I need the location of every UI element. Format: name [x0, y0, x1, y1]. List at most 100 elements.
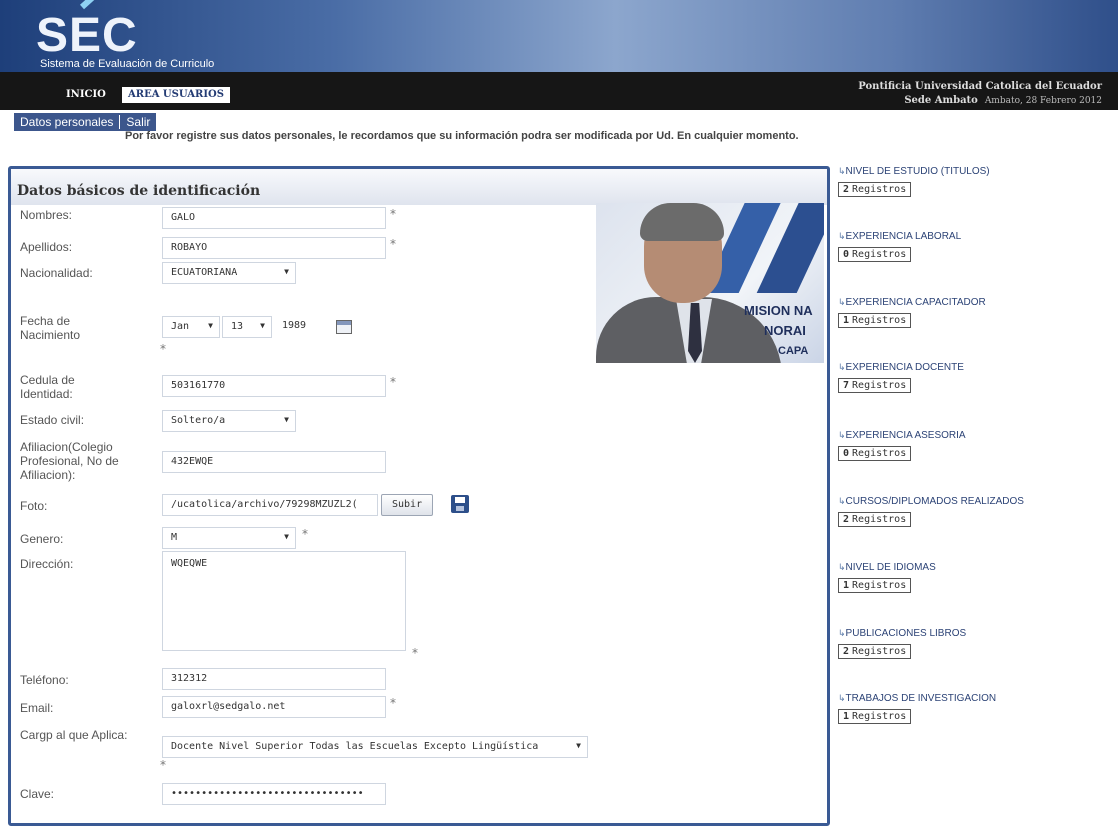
mes-select[interactable]: Jan ▼ [162, 316, 220, 338]
estado-civil-select[interactable]: Soltero/a ▼ [162, 410, 296, 432]
label-cedula: Cedula de Identidad: [20, 373, 75, 401]
required-mark: * [390, 375, 396, 389]
required-mark: * [390, 207, 396, 221]
registros-count: 2 [843, 184, 850, 195]
direccion-textarea[interactable]: WQEQWE [162, 551, 406, 651]
nombres-input[interactable]: GALO [162, 207, 386, 229]
registros-count: 1 [843, 580, 850, 591]
label-direccion: Dirección: [20, 557, 74, 571]
registros-count: 7 [843, 380, 850, 391]
registros-button[interactable]: 0 Registros [838, 247, 912, 262]
label-estado-civil: Estado civil: [20, 413, 85, 427]
label-genero: Genero: [20, 532, 64, 546]
sidebar-item-nivel-estudio: NIVEL DE ESTUDIO (Titulos) 2Registros [838, 166, 1108, 197]
app-logo: SEC [36, 9, 138, 62]
cedula-input[interactable]: 503161770 [162, 375, 386, 397]
chevron-down-icon: ▼ [284, 415, 289, 424]
subnav-datos-personales[interactable]: Datos personales [14, 115, 119, 129]
institution-info: Pontificia Universidad Catolica del Ecua… [858, 80, 1102, 108]
label-clave: Clave: [20, 787, 55, 801]
registros-button[interactable]: 2 Registros [838, 512, 912, 527]
photo-hair [640, 203, 724, 241]
panel-title: Datos básicos de identificación [17, 183, 261, 199]
nacionalidad-value: ECUATORIANA [171, 267, 238, 278]
label-email: Email: [20, 701, 54, 715]
chevron-down-icon: ▼ [284, 532, 289, 541]
registros-suffix: Registros [852, 315, 907, 326]
sidebar-item-title[interactable]: EXPERIENCIA CAPACITADOR [838, 297, 1108, 308]
photo-caption: MISION NA NORAI CAPA [744, 301, 813, 361]
sidebar-item-title[interactable]: PUBLICACIONES LIBROS [838, 628, 1108, 639]
subnav-salir[interactable]: Salir [120, 115, 156, 129]
photo-caption-line: CAPA [778, 345, 809, 357]
apellidos-input[interactable]: ROBAYO [162, 237, 386, 259]
mes-value: Jan [171, 321, 190, 332]
chevron-down-icon: ▼ [576, 741, 581, 750]
foto-path-input[interactable]: /ucatolica/archivo/79298MZUZL2( [162, 494, 378, 516]
clave-input[interactable]: •••••••••••••••••••••••••••••••• [162, 783, 386, 805]
photo-caption-line: MISION NA [744, 303, 813, 318]
sidebar-item-title[interactable]: EXPERIENCIA LABORAL [838, 231, 1108, 242]
nacionalidad-select[interactable]: ECUATORIANA ▼ [162, 262, 296, 284]
sidebar-item-title[interactable]: EXPERIENCIA DOCENTE [838, 362, 1108, 373]
sidebar-item-title[interactable]: EXPERIENCIA ASESORIA [838, 430, 1108, 441]
sidebar-item-title[interactable]: NIVEL DE ESTUDIO (Titulos) [838, 166, 1108, 177]
afiliacion-input[interactable]: 432EWQE [162, 451, 386, 473]
required-mark: * [390, 237, 396, 251]
dia-select[interactable]: 13 ▼ [222, 316, 272, 338]
sidebar-item-title[interactable]: NIVEL DE IDIOMAS [838, 562, 1108, 573]
registros-button[interactable]: 1 Registros [838, 313, 912, 328]
sidebar-item-experiencia-laboral: EXPERIENCIA LABORAL 0Registros [838, 231, 1108, 262]
registros-suffix: Registros [852, 249, 907, 260]
anio-input[interactable]: 1989 [274, 316, 332, 338]
registros-suffix: Registros [852, 711, 907, 722]
nav-inicio[interactable]: INICIO [60, 87, 112, 103]
cargo-value: Docente Nivel Superior Todas las Escuela… [171, 741, 539, 752]
label-apellidos: Apellidos: [20, 240, 73, 254]
registros-suffix: Registros [852, 646, 907, 657]
genero-value: M [171, 532, 178, 543]
institution-location: Sede Ambato [904, 95, 978, 106]
registros-count: 2 [843, 514, 850, 525]
nav-area-usuarios[interactable]: AREA USUARIOS [122, 87, 230, 103]
registros-button[interactable]: 2 Registros [838, 182, 912, 197]
telefono-input[interactable]: 312312 [162, 668, 386, 690]
required-mark: * [160, 342, 166, 356]
required-mark: * [160, 758, 166, 772]
label-cargo: Cargp al que Aplica: [20, 728, 128, 742]
email-input[interactable]: galoxrl@sedgalo.net [162, 696, 386, 718]
registros-count: 0 [843, 249, 850, 260]
registros-suffix: Registros [852, 380, 907, 391]
required-mark: * [390, 696, 396, 710]
sidebar-item-idiomas: NIVEL DE IDIOMAS 1Registros [838, 562, 1108, 593]
label-telefono: Teléfono: [20, 673, 69, 687]
label-foto: Foto: [20, 499, 48, 513]
panel-header: Datos básicos de identificación [11, 169, 827, 205]
subir-button[interactable]: Subir [381, 494, 434, 516]
cargo-select[interactable]: Docente Nivel Superior Todas las Escuela… [162, 736, 588, 758]
registros-button[interactable]: 7 Registros [838, 378, 912, 393]
sidebar-item-publicaciones: PUBLICACIONES LIBROS 2Registros [838, 628, 1108, 659]
registros-button[interactable]: 2 Registros [838, 644, 912, 659]
registros-suffix: Registros [852, 448, 907, 459]
registros-button[interactable]: 1 Registros [838, 709, 912, 724]
chevron-down-icon: ▼ [208, 321, 213, 330]
registros-count: 2 [843, 646, 850, 657]
save-icon[interactable] [451, 495, 469, 513]
genero-select[interactable]: M ▼ [162, 527, 296, 549]
chevron-down-icon: ▼ [260, 321, 265, 330]
registros-button[interactable]: 1 Registros [838, 578, 912, 593]
registros-button[interactable]: 0 Registros [838, 446, 912, 461]
current-date: Ambato, 28 Febrero 2012 [984, 96, 1102, 106]
registros-count: 0 [843, 448, 850, 459]
sidebar-item-experiencia-docente: EXPERIENCIA DOCENTE 7Registros [838, 362, 1108, 393]
required-mark: * [302, 527, 308, 541]
calendar-icon[interactable] [336, 320, 352, 334]
sidebar-item-title[interactable]: TRABAJOS DE INVESTIGACION [838, 693, 1108, 704]
sidebar-item-investigacion: TRABAJOS DE INVESTIGACION 1Registros [838, 693, 1108, 724]
registros-suffix: Registros [852, 184, 907, 195]
sidebar-item-title[interactable]: CURSOS/DIPLOMADOS REALIZADOS [838, 496, 1108, 507]
chevron-down-icon: ▼ [284, 267, 289, 276]
estado-civil-value: Soltero/a [171, 415, 226, 426]
registros-suffix: Registros [852, 514, 907, 525]
